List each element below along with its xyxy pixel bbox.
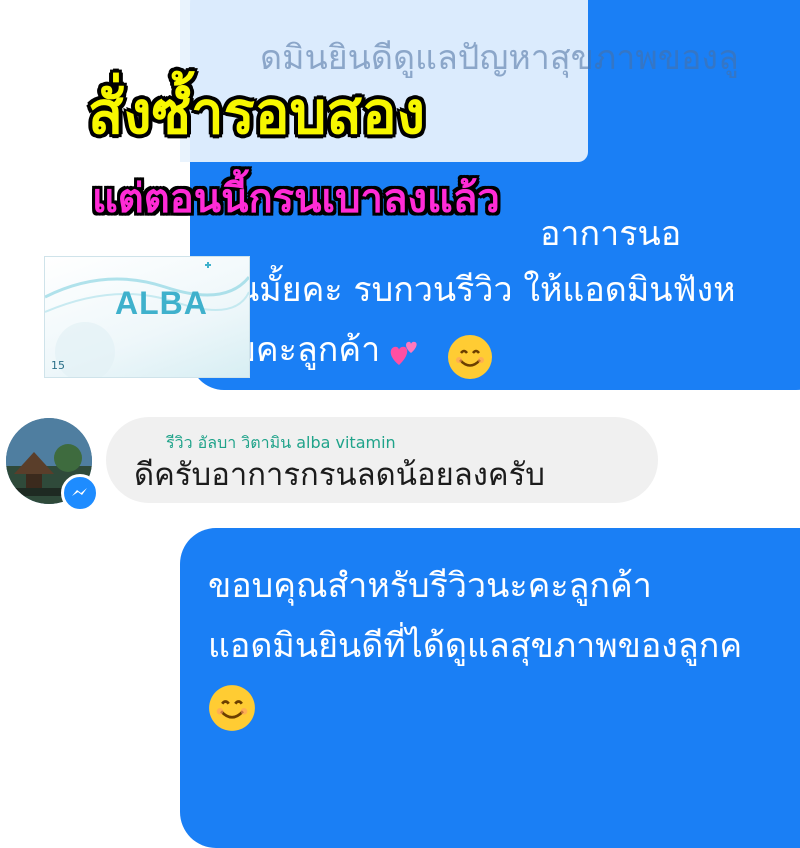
- smile-emoji-icon: [448, 334, 493, 379]
- top-bubble-line3-row: ยคะลูกค้า: [236, 322, 493, 379]
- product-brand-label: ALBA: [115, 285, 208, 321]
- reply-text-line1: ขอบคุณสำหรับรีวิวนะคะลูกค้า: [208, 566, 652, 606]
- top-bubble-text-line3: ยคะลูกค้า: [236, 330, 381, 370]
- headline-line2: แต่ตอนนี้กรนเบาลงแล้ว: [92, 176, 500, 222]
- top-bubble-text-line2: นมั้ยคะ รบกวนรีวิว ให้แอดมินฟังห: [236, 270, 736, 310]
- incoming-message-text: ดีครับอาการกรนลดน้อยลงครับ: [134, 457, 545, 493]
- headline-line1: สั่งซ้ำรอบสอง: [88, 79, 426, 147]
- product-count-label: 15: [51, 359, 65, 372]
- product-box-image: ALBA 15: [44, 256, 250, 378]
- top-bubble-text-partial: อาการนอ: [540, 214, 682, 254]
- reply-smile-emoji-icon: [208, 684, 256, 736]
- two-hearts-emoji-icon: [385, 335, 425, 379]
- reply-text-line2: แอดมินยินดีที่ได้ดูแลสุขภาพของลูกค: [208, 626, 743, 666]
- messenger-badge-icon: [61, 474, 99, 512]
